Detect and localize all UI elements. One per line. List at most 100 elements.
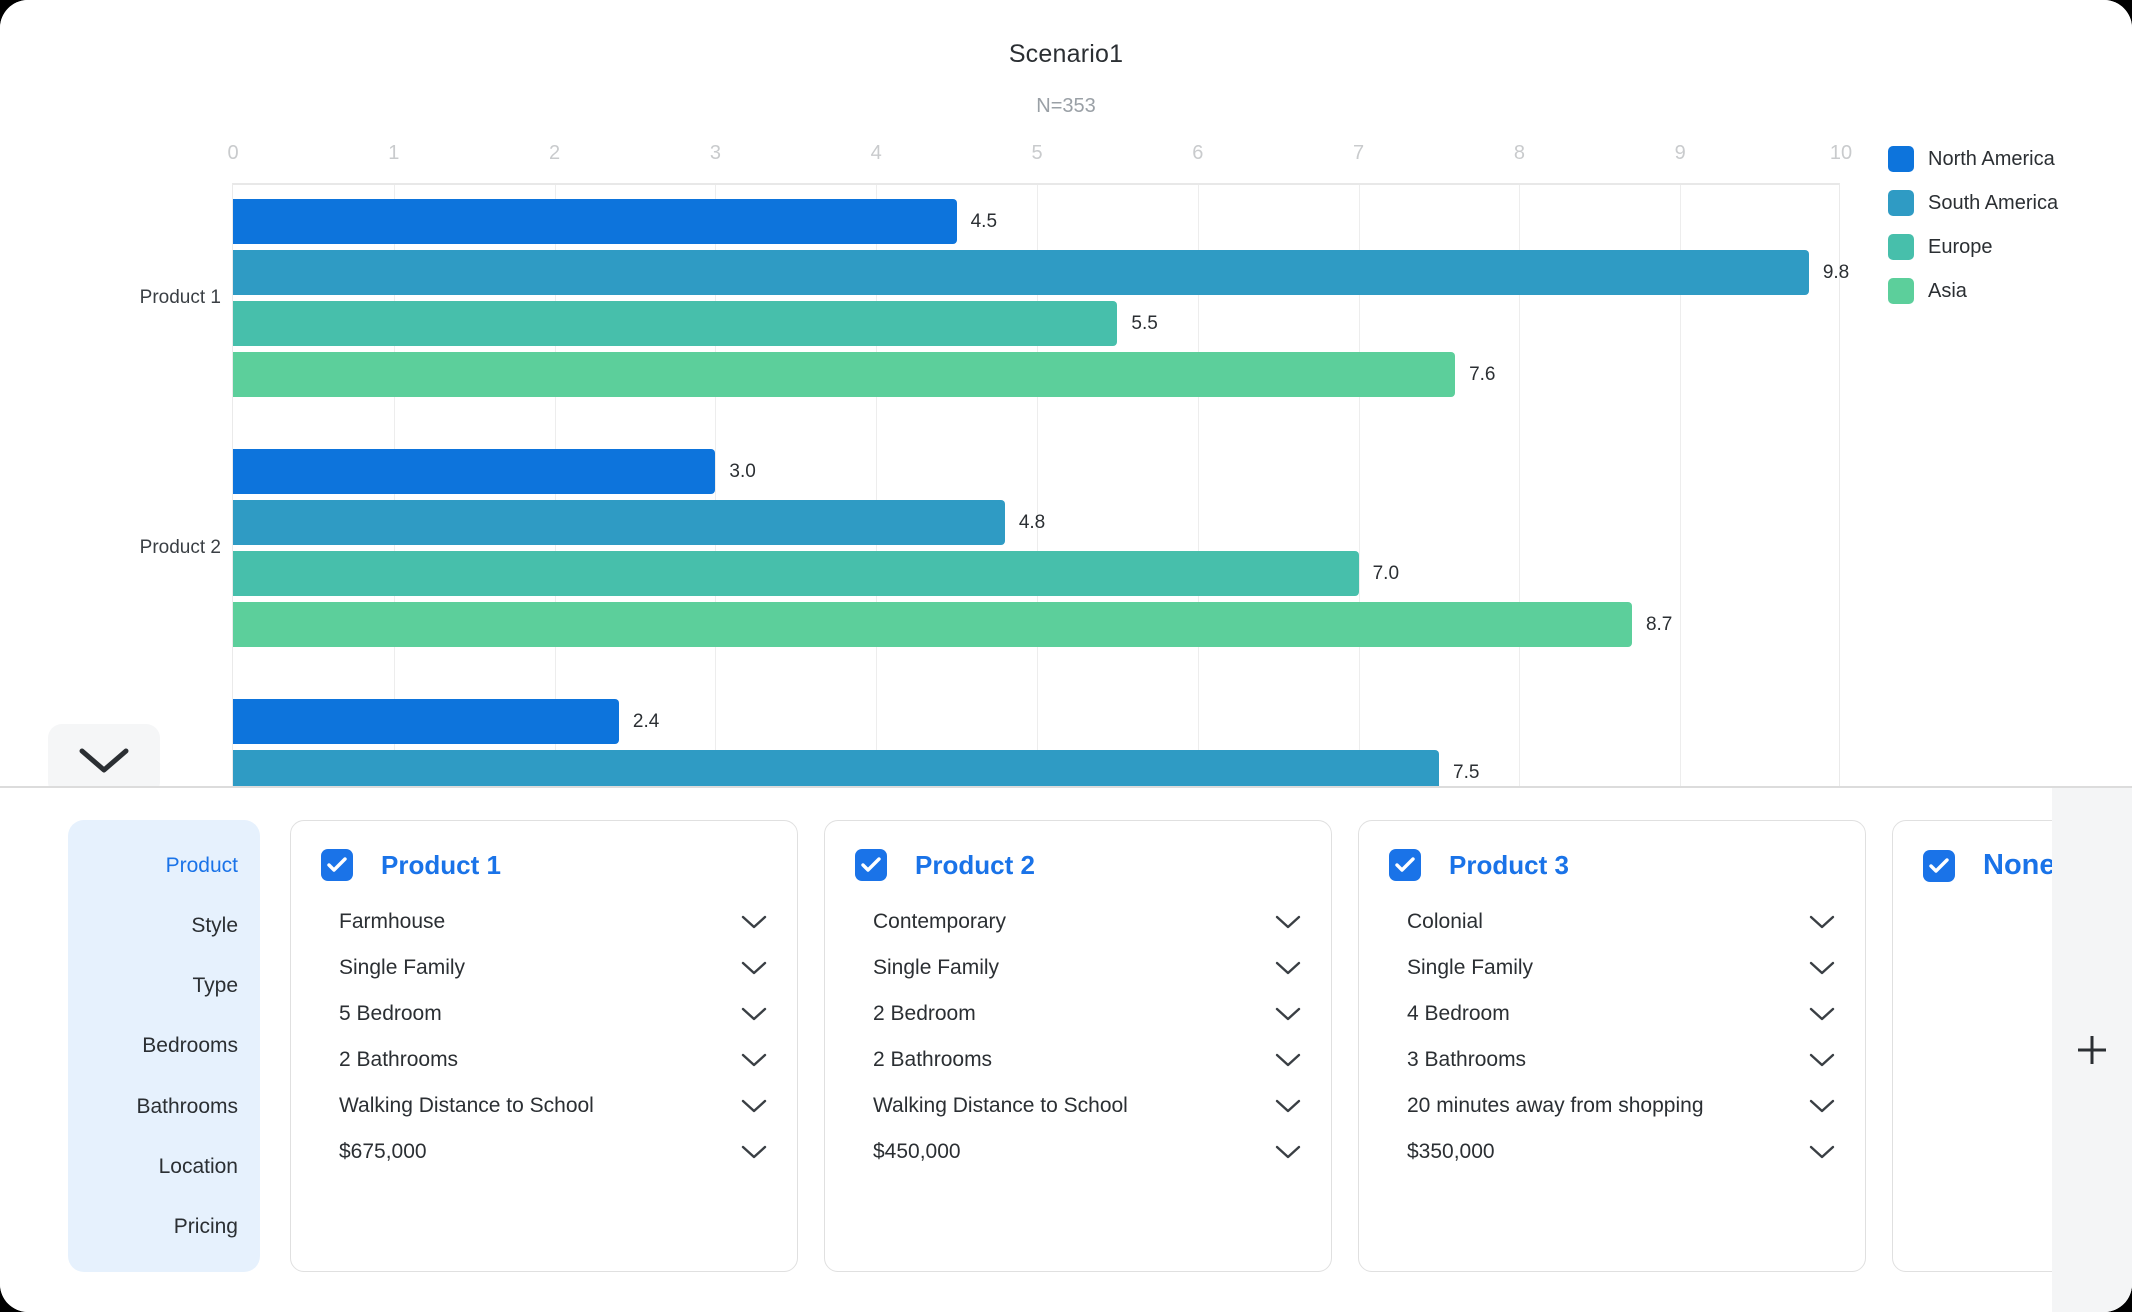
x-axis-tick-label: 0 <box>227 142 239 164</box>
bar-value-label: 7.5 <box>1453 761 1480 783</box>
chevron-down-icon <box>1275 1145 1301 1159</box>
legend-color-swatch <box>1888 146 1914 172</box>
product-card-header: Product 3 <box>1389 849 1835 881</box>
x-axis-tick-label: 5 <box>1031 142 1043 164</box>
attribute-dropdown[interactable]: 4 Bedroom <box>1389 991 1835 1037</box>
chart-bar <box>233 352 1456 397</box>
chevron-down-icon <box>1275 961 1301 975</box>
bar-value-label: 8.7 <box>1645 613 1673 635</box>
attribute-dropdown[interactable]: Single Family <box>1389 945 1835 991</box>
attribute-dropdown[interactable]: $450,000 <box>855 1129 1301 1175</box>
legend-label: South America <box>1928 191 2059 214</box>
attribute-value: $450,000 <box>873 1140 961 1163</box>
product-checkbox[interactable] <box>1923 849 1955 882</box>
product-checkbox[interactable] <box>1389 849 1421 881</box>
collapse-chart-button[interactable] <box>48 724 160 786</box>
legend-color-swatch <box>1888 190 1914 216</box>
attribute-rail: Product Style Type Bedrooms Bathrooms Locatio… <box>68 820 260 1272</box>
attribute-dropdown[interactable]: 5 Bedroom <box>321 991 767 1037</box>
attribute-dropdown[interactable]: Contemporary <box>855 899 1301 945</box>
attribute-dropdown[interactable]: 2 Bathrooms <box>321 1037 767 1083</box>
product-card: Product 2 Contemporary Single Family 2 Bedr… <box>824 820 1332 1272</box>
legend-item[interactable]: South America <box>1888 190 2058 216</box>
x-axis-tick-label: 9 <box>1674 142 1686 164</box>
bar-value-label: 4.8 <box>1018 511 1046 533</box>
legend-label: Europe <box>1928 235 1993 258</box>
attribute-item-bathrooms[interactable]: Bathrooms <box>136 1095 238 1118</box>
chevron-down-icon <box>741 1007 767 1021</box>
bar-value-label: 5.5 <box>1131 312 1158 334</box>
legend-color-swatch <box>1888 278 1914 304</box>
attribute-value: 20 minutes away from shopping <box>1407 1094 1704 1117</box>
product-checkbox[interactable] <box>321 849 353 881</box>
attribute-dropdown[interactable]: Single Family <box>855 945 1301 991</box>
chevron-down-icon <box>1275 1099 1301 1113</box>
attribute-value: 2 Bathrooms <box>873 1048 993 1071</box>
legend-label: Asia <box>1928 279 1967 302</box>
product-card: Product 3 Colonial Single Family 4 Bedroom 3… <box>1358 820 1866 1272</box>
y-axis-category-label: Product 1 <box>139 287 221 308</box>
chart-bar <box>233 602 1632 647</box>
attribute-value: Walking Distance to School <box>339 1094 594 1117</box>
attribute-dropdown[interactable]: 3 Bathrooms <box>1389 1037 1835 1083</box>
x-axis-tick-label: 8 <box>1513 142 1525 164</box>
chevron-down-icon <box>1275 1007 1301 1021</box>
legend-item[interactable]: North America <box>1888 146 2058 172</box>
chevron-down-icon <box>1809 961 1835 975</box>
x-axis-tick-label: 2 <box>549 142 561 164</box>
y-axis-category-label: Product 2 <box>139 537 221 558</box>
bar-value-label: 7.6 <box>1469 363 1496 385</box>
plot-area: 0 1 2 3 4 5 6 7 8 9 10 Product 1 4.5 9.8 5.5 7.6 Product… <box>140 142 1852 786</box>
chart-bar <box>233 250 1809 295</box>
attribute-dropdown[interactable]: Walking Distance to School <box>855 1083 1301 1129</box>
attribute-dropdown[interactable]: 2 Bedroom <box>855 991 1301 1037</box>
attribute-dropdown[interactable]: 2 Bathrooms <box>855 1037 1301 1083</box>
product-checkbox[interactable] <box>855 849 887 881</box>
chart-bar <box>233 750 1439 786</box>
product-card-header: Product 1 <box>321 849 767 881</box>
attribute-item-type[interactable]: Type <box>192 974 238 997</box>
attribute-dropdown[interactable]: 20 minutes away from shopping <box>1389 1083 1835 1129</box>
add-product-button[interactable] <box>2052 788 2132 1312</box>
attribute-dropdown[interactable]: Farmhouse <box>321 899 767 945</box>
chevron-down-icon <box>741 915 767 929</box>
legend-item[interactable]: Europe <box>1888 234 2058 260</box>
attribute-dropdown[interactable]: Walking Distance to School <box>321 1083 767 1129</box>
attribute-dropdown[interactable]: $675,000 <box>321 1129 767 1175</box>
chevron-down-icon <box>741 1099 767 1113</box>
bar-value-label: 3.0 <box>729 460 756 482</box>
attribute-item-location[interactable]: Location <box>159 1155 238 1178</box>
check-icon <box>327 857 347 872</box>
attribute-value: Walking Distance to School <box>873 1094 1128 1117</box>
attribute-value: Contemporary <box>873 910 1007 933</box>
attribute-dropdown[interactable]: Single Family <box>321 945 767 991</box>
attribute-value: $675,000 <box>339 1140 427 1163</box>
product-card-list: Product 1 Farmhouse Single Family 5 Bedroom… <box>290 820 2132 1272</box>
attribute-value: 4 Bedroom <box>1407 1002 1510 1025</box>
chevron-down-icon <box>1809 1145 1835 1159</box>
x-axis-tick-label: 4 <box>870 142 882 164</box>
legend-label: North America <box>1928 147 2055 170</box>
attribute-dropdown[interactable]: Colonial <box>1389 899 1835 945</box>
attribute-item-style[interactable]: Style <box>191 914 238 937</box>
chart-subtitle: N=353 <box>1036 95 1096 117</box>
product-card-title: Product 1 <box>381 849 501 880</box>
product-config-panel: Product Style Type Bedrooms Bathrooms Locatio… <box>0 788 2132 1312</box>
legend-color-swatch <box>1888 234 1914 260</box>
attribute-value: Single Family <box>339 956 466 979</box>
attribute-item-bedrooms[interactable]: Bedrooms <box>142 1034 238 1057</box>
legend-item[interactable]: Asia <box>1888 278 2058 304</box>
chevron-down-icon <box>1809 1053 1835 1067</box>
plus-icon <box>2078 1036 2106 1064</box>
attribute-dropdown[interactable]: $350,000 <box>1389 1129 1835 1175</box>
chevron-down-icon <box>1809 915 1835 929</box>
attribute-item-pricing[interactable]: Pricing <box>174 1215 238 1238</box>
x-axis-tick-label: 3 <box>709 142 721 164</box>
attribute-item-product[interactable]: Product <box>166 854 238 877</box>
x-axis-tick-label: 1 <box>388 142 400 164</box>
x-axis-tick-label: 6 <box>1192 142 1204 164</box>
check-icon <box>1929 857 1949 873</box>
attribute-value: $350,000 <box>1407 1140 1495 1163</box>
x-axis-tick-label: 7 <box>1353 142 1365 164</box>
bar-value-label: 2.4 <box>632 710 660 732</box>
